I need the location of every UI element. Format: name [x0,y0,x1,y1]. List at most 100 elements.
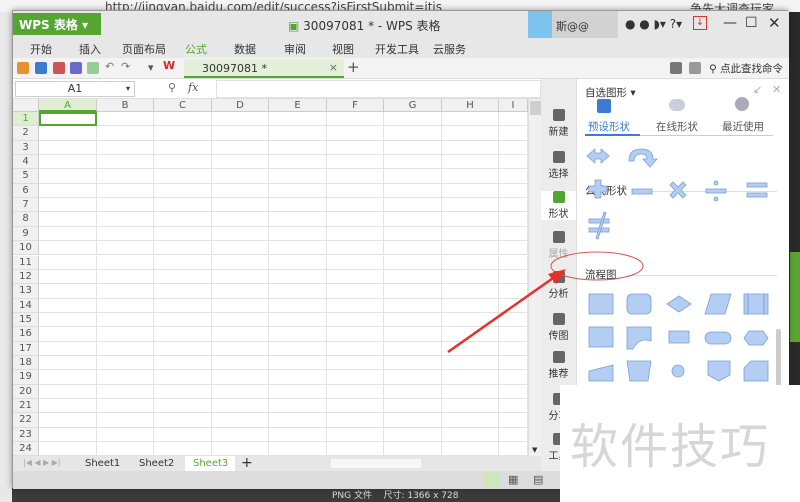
cell[interactable] [154,284,212,299]
cell[interactable] [327,355,384,371]
preview-icon[interactable] [87,62,99,74]
menu-view[interactable]: 视图 [332,41,354,57]
cell[interactable] [154,126,212,141]
row-header[interactable]: 14 [13,298,39,313]
presentation-icon[interactable] [670,62,682,74]
shape-equal[interactable] [746,182,768,198]
cell[interactable] [384,198,442,213]
cell[interactable] [97,341,154,356]
cell[interactable] [212,112,269,127]
row-header[interactable]: 11 [13,255,39,270]
panel-close-icon[interactable]: ✕ [772,83,781,96]
cell[interactable] [39,255,97,270]
cell[interactable] [39,355,97,371]
cell[interactable] [154,298,212,313]
cell[interactable] [269,169,327,184]
cell[interactable] [327,255,384,270]
cell[interactable] [499,355,528,371]
flowchart-shape[interactable] [626,326,652,350]
flowchart-shape[interactable] [588,293,614,315]
cell[interactable] [327,384,384,399]
cell[interactable] [212,284,269,299]
row-header[interactable]: 15 [13,312,39,328]
open-icon[interactable] [17,62,29,74]
menu-review[interactable]: 审阅 [284,41,306,57]
cell[interactable] [39,269,97,285]
cell[interactable] [97,169,154,184]
cell[interactable] [39,226,97,242]
cell[interactable] [327,183,384,199]
redo-icon[interactable]: ↷ [121,60,130,73]
cell[interactable] [327,169,384,184]
cell[interactable] [39,126,97,141]
page-layout-view-icon[interactable]: ▤ [533,473,543,486]
command-search[interactable]: ⚲ 点此查找命令 [709,61,783,76]
wps-menu-button[interactable]: WPS 表格 ▾ [13,13,101,35]
cell[interactable] [442,341,499,356]
column-header[interactable]: C [154,99,212,112]
flowchart-shape[interactable] [588,326,614,348]
cell[interactable] [212,140,269,156]
cell[interactable] [39,140,97,156]
cell[interactable] [499,298,528,313]
flowchart-shape[interactable] [588,364,614,382]
selected-cell[interactable] [39,112,97,127]
cell[interactable] [97,112,154,127]
cell[interactable] [384,112,442,127]
column-header[interactable]: E [269,99,327,112]
cell[interactable] [499,198,528,213]
cell[interactable] [97,427,154,443]
cell[interactable] [384,298,442,313]
row-header[interactable]: 5 [13,169,39,184]
cell[interactable] [97,327,154,342]
cell[interactable] [499,341,528,356]
flowchart-shape[interactable] [743,330,769,346]
cell[interactable] [442,355,499,371]
cell[interactable] [442,370,499,385]
cell[interactable] [442,140,499,156]
cell[interactable] [442,126,499,141]
cell[interactable] [269,298,327,313]
menu-developer[interactable]: 开发工具 [375,41,419,57]
cell[interactable] [212,384,269,399]
cell[interactable] [499,399,528,414]
side-button[interactable]: 新建 [541,109,576,138]
cell[interactable] [39,155,97,170]
cell[interactable] [442,198,499,213]
cell[interactable] [327,126,384,141]
cell[interactable] [39,183,97,199]
cell[interactable] [384,241,442,256]
cell[interactable] [212,212,269,227]
sheet-tab-2[interactable]: Sheet2 [139,458,174,469]
flowchart-shape[interactable] [743,360,769,382]
close-button[interactable]: ✕ [768,14,781,32]
cell[interactable] [499,269,528,285]
cell[interactable] [39,298,97,313]
cell[interactable] [499,284,528,299]
cell[interactable] [384,212,442,227]
sheet-nav-icons[interactable]: |◀ ◀ ▶ ▶| [23,458,61,467]
cell[interactable] [384,327,442,342]
cell[interactable] [384,169,442,184]
vertical-scrollbar[interactable]: ▼ [528,99,541,456]
row-header[interactable]: 20 [13,384,39,399]
cell[interactable] [269,140,327,156]
cell[interactable] [442,298,499,313]
cell[interactable] [154,370,212,385]
cell[interactable] [269,183,327,199]
cell[interactable] [384,269,442,285]
cell[interactable] [154,399,212,414]
cell[interactable] [212,312,269,328]
row-header[interactable]: 24 [13,442,39,457]
cell[interactable] [154,155,212,170]
cell[interactable] [97,355,154,371]
cell[interactable] [97,212,154,227]
row-header[interactable]: 21 [13,399,39,414]
cell[interactable] [384,399,442,414]
cell[interactable] [212,413,269,428]
flowchart-shape[interactable] [707,360,731,382]
shape-plus[interactable] [588,179,608,199]
add-sheet-button[interactable]: + [241,455,253,471]
row-header[interactable]: 7 [13,198,39,213]
cell[interactable] [154,255,212,270]
